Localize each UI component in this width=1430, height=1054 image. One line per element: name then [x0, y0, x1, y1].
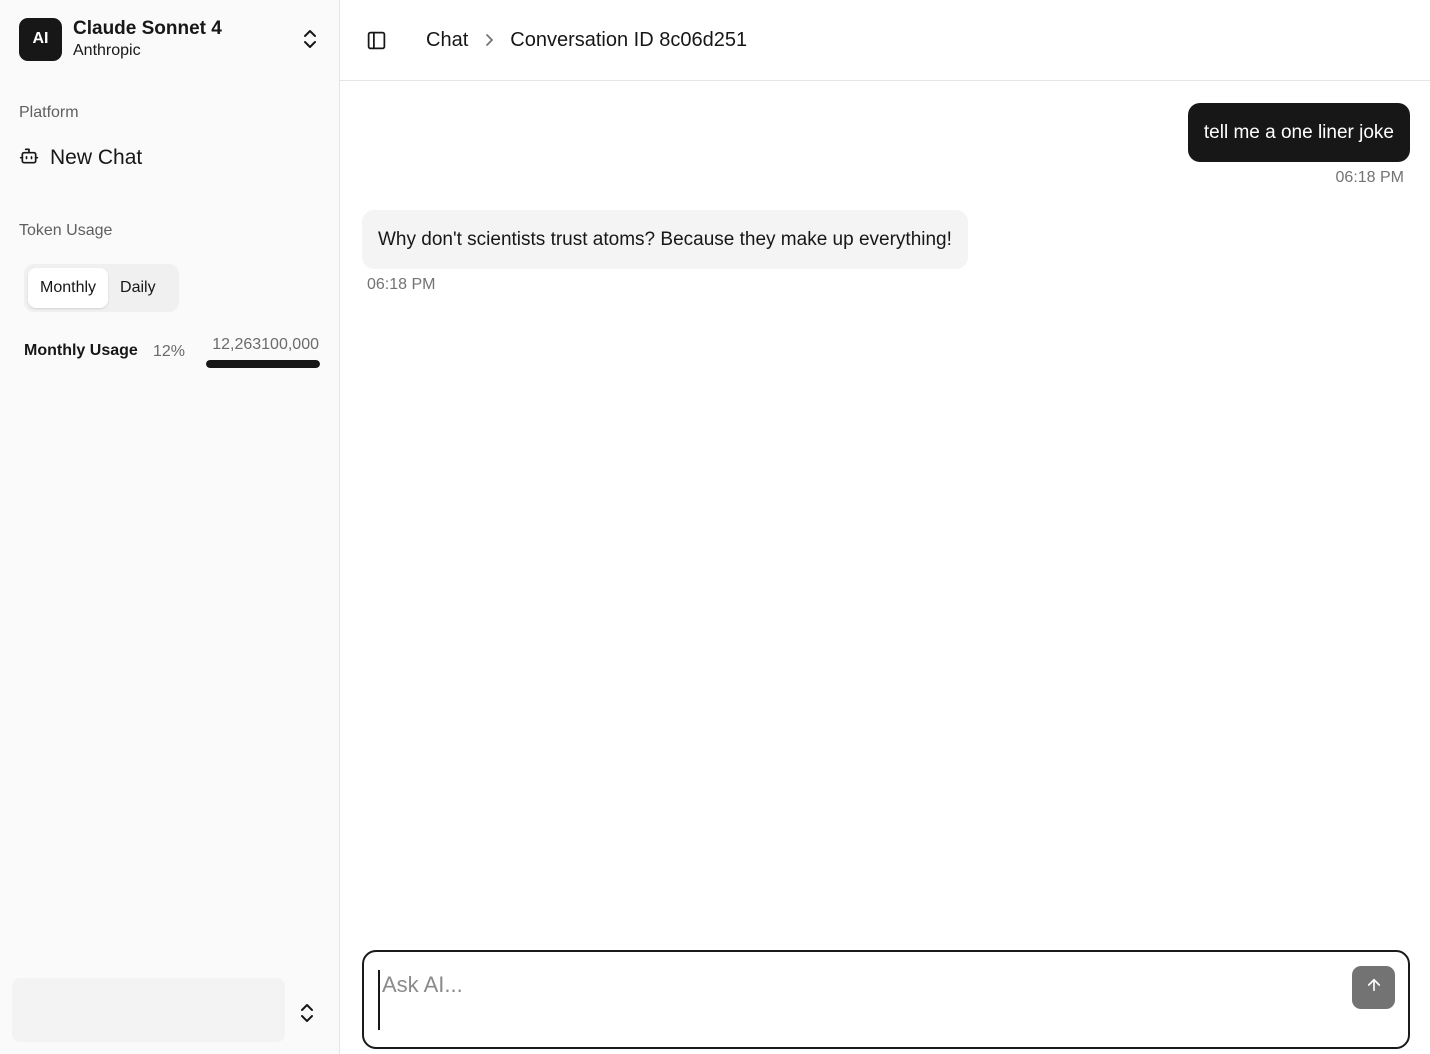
new-chat-label: New Chat	[50, 146, 143, 169]
toggle-daily[interactable]: Daily	[108, 268, 168, 308]
app-root: AI Claude Sonnet 4 Anthropic Platform Ne…	[0, 0, 1430, 1054]
new-chat-button[interactable]: New Chat	[12, 138, 328, 178]
user-message: tell me a one liner joke	[1187, 103, 1410, 162]
chat-input[interactable]	[378, 970, 1338, 1030]
send-button[interactable]	[1352, 966, 1395, 1009]
breadcrumb-chat[interactable]: Chat	[426, 29, 468, 52]
model-avatar: AI	[19, 17, 62, 61]
token-usage-label: Token Usage	[19, 222, 113, 239]
usage-percent: 12%	[153, 343, 186, 360]
message-timestamp: 06:18 PM	[1335, 169, 1404, 186]
chevrons-up-down-icon[interactable]	[296, 1002, 318, 1024]
usage-label: Monthly Usage	[24, 342, 138, 359]
sidebar: AI Claude Sonnet 4 Anthropic Platform Ne…	[0, 0, 340, 1054]
assistant-message: Why don't scientists trust atoms? Becaus…	[362, 210, 968, 269]
model-name: Claude Sonnet 4	[73, 17, 222, 39]
user-menu[interactable]	[12, 978, 285, 1042]
toggle-monthly[interactable]: Monthly	[28, 268, 109, 308]
sidebar-panel-icon[interactable]	[364, 28, 388, 52]
platform-label: Platform	[19, 104, 79, 121]
usage-count: 12,263100,000	[212, 336, 319, 353]
usage-meter: Monthly Usage 12% 12,263100,000	[24, 334, 320, 374]
usage-period-toggle: Monthly Daily	[24, 264, 179, 312]
chevrons-up-down-icon	[299, 28, 321, 50]
model-info: Claude Sonnet 4 Anthropic	[73, 18, 299, 61]
chevron-right-icon	[484, 33, 496, 47]
usage-progress-fill	[206, 360, 320, 368]
bot-icon	[19, 146, 39, 171]
arrow-up-icon	[1365, 976, 1383, 999]
usage-progress-bar	[206, 360, 320, 368]
top-bar: Chat Conversation ID 8c06d251	[340, 0, 1430, 81]
composer	[362, 950, 1410, 1049]
model-switcher[interactable]: AI Claude Sonnet 4 Anthropic	[12, 10, 328, 68]
breadcrumb-conversation: Conversation ID 8c06d251	[510, 28, 748, 51]
chat-main: Chat Conversation ID 8c06d251 tell me a …	[340, 0, 1430, 1054]
message-timestamp: 06:18 PM	[367, 276, 436, 293]
breadcrumb: Chat Conversation ID 8c06d251	[426, 29, 747, 52]
model-org: Anthropic	[73, 42, 141, 60]
